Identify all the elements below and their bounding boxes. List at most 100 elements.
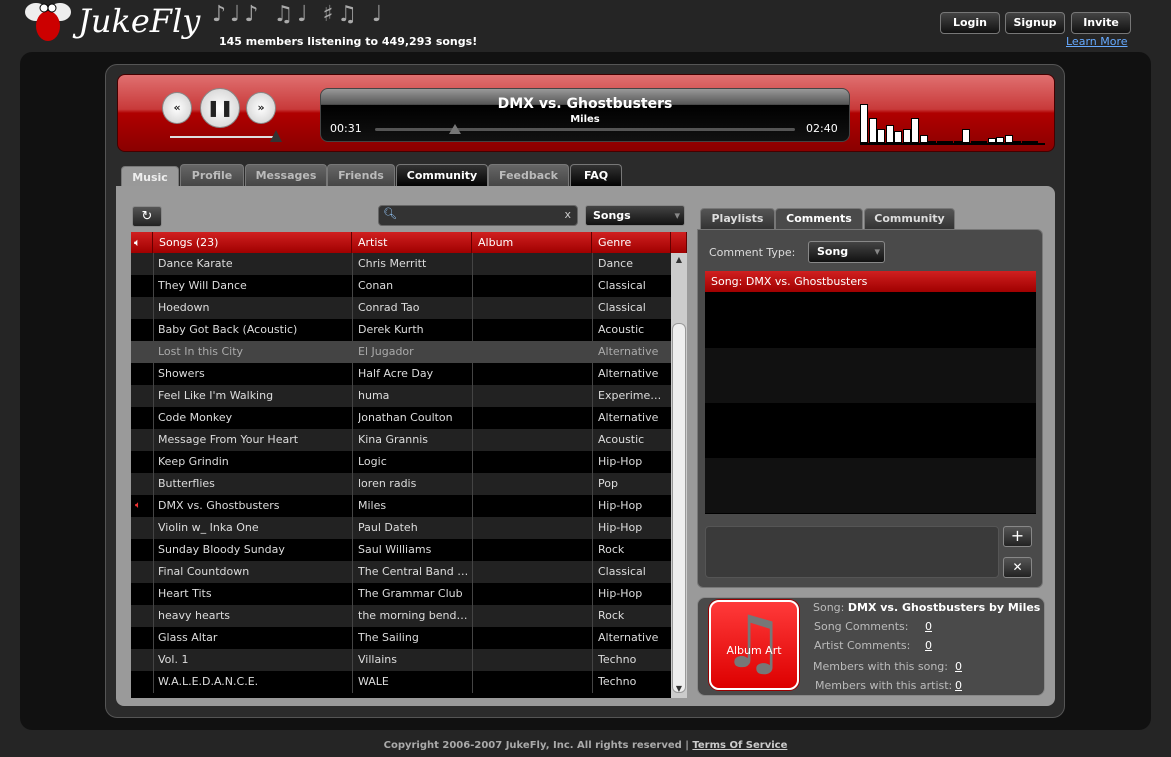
scrollbar[interactable]: ▲ ▼ — [671, 253, 687, 698]
column-divider — [153, 275, 154, 297]
col-header-artist[interactable]: Artist — [352, 232, 472, 253]
table-row[interactable]: Showers Half Acre Day Alternative — [131, 363, 671, 385]
comment-type-select[interactable]: Song ▾ — [808, 241, 885, 263]
cell-genre: Classical — [598, 301, 646, 314]
table-row[interactable]: Heart Tits The Grammar Club Hip-Hop — [131, 583, 671, 605]
column-divider — [352, 627, 353, 649]
search-input[interactable]: 🔍︎ x — [378, 205, 578, 226]
tab-community[interactable]: Community — [396, 164, 488, 187]
column-divider — [352, 495, 353, 517]
scrollbar-thumb[interactable] — [672, 323, 686, 693]
cell-song: heavy hearts — [158, 609, 231, 622]
speaker-icon: 🔈︎ — [131, 232, 153, 253]
tab-friends[interactable]: Friends — [327, 164, 395, 187]
playing-icon: 🔈︎ — [135, 500, 141, 511]
volume-handle[interactable] — [270, 130, 282, 142]
forward-button[interactable]: » — [246, 92, 276, 124]
cell-genre: Alternative — [598, 631, 659, 644]
col-header-songs[interactable]: Songs (23) — [153, 232, 352, 253]
members-song-count[interactable]: 0 — [955, 660, 962, 673]
col-header-album[interactable]: Album — [472, 232, 592, 253]
cell-song: Glass Altar — [158, 631, 218, 644]
rewind-button[interactable]: « — [162, 92, 192, 124]
cell-artist: Kina Grannis — [358, 433, 428, 446]
column-divider — [153, 253, 154, 275]
table-row[interactable]: Code Monkey Jonathan Coulton Alternative — [131, 407, 671, 429]
search-clear-button[interactable]: x — [564, 208, 571, 221]
volume-slider[interactable] — [170, 136, 276, 138]
seek-handle[interactable] — [448, 124, 461, 134]
comment-input[interactable] — [705, 526, 999, 578]
table-row[interactable]: heavy hearts the morning benders Rock — [131, 605, 671, 627]
comment-row — [705, 458, 1036, 513]
login-button[interactable]: Login — [940, 12, 1000, 34]
scroll-down-button[interactable]: ▼ — [673, 684, 685, 696]
cell-song: Message From Your Heart — [158, 433, 299, 446]
signup-button[interactable]: Signup — [1005, 12, 1065, 34]
table-row[interactable]: Keep Grindin Logic Hip-Hop — [131, 451, 671, 473]
remove-comment-button[interactable]: ✕ — [1003, 557, 1032, 578]
tab-feedback[interactable]: Feedback — [488, 164, 569, 187]
tab-profile[interactable]: Profile — [180, 164, 244, 187]
table-row[interactable]: Lost In this City El Jugador Alternative — [131, 341, 671, 363]
song-comments-count[interactable]: 0 — [925, 620, 932, 633]
cell-genre: Experimental — [598, 389, 668, 402]
now-playing-artist: Miles — [570, 114, 600, 125]
table-row[interactable]: Sunday Bloody Sunday Saul Williams Rock — [131, 539, 671, 561]
right-tab-community[interactable]: Community — [864, 208, 955, 230]
tab-faq[interactable]: FAQ — [570, 164, 622, 187]
right-tab-comments[interactable]: Comments — [775, 208, 863, 230]
table-row[interactable]: Violin w_ Inka One Paul Dateh Hip-Hop — [131, 517, 671, 539]
songs-table: 🔈︎ Songs (23) Artist Album Genre ▲ ▼ Dan… — [131, 232, 687, 698]
artist-comments-count[interactable]: 0 — [925, 639, 932, 652]
column-divider — [352, 473, 353, 495]
cell-song: Baby Got Back (Acoustic) — [158, 323, 298, 336]
table-row[interactable]: 🔈︎ DMX vs. Ghostbusters Miles Hip-Hop — [131, 495, 671, 517]
members-song-label: Members with this song: — [813, 660, 948, 673]
table-row[interactable]: Baby Got Back (Acoustic) Derek Kurth Acous… — [131, 319, 671, 341]
seek-bar[interactable] — [375, 128, 795, 131]
table-row[interactable]: Message From Your Heart Kina Grannis Acous… — [131, 429, 671, 451]
chevron-down-icon: ▾ — [874, 245, 880, 258]
table-row[interactable]: Glass Altar The Sailing Alternative — [131, 627, 671, 649]
pause-button[interactable]: ❚❚ — [200, 88, 240, 128]
column-divider — [592, 407, 593, 429]
tab-music[interactable]: Music — [121, 166, 179, 187]
column-divider — [352, 385, 353, 407]
column-divider — [153, 473, 154, 495]
right-tab-playlists[interactable]: Playlists — [700, 208, 775, 230]
scroll-up-button[interactable]: ▲ — [673, 255, 685, 267]
visualizer-bar — [894, 130, 902, 143]
invite-button[interactable]: Invite — [1071, 12, 1131, 34]
column-divider — [472, 671, 473, 693]
visualizer-bar — [911, 118, 919, 143]
cell-artist: Conrad Tao — [358, 301, 420, 314]
logo[interactable]: JukeFly — [78, 2, 200, 40]
table-row[interactable]: W.A.L.E.D.A.N.C.E. WALE Techno — [131, 671, 671, 693]
table-row[interactable]: Dance Karate Chris Merritt Dance — [131, 253, 671, 275]
column-divider — [153, 671, 154, 693]
column-divider — [153, 297, 154, 319]
column-divider — [472, 473, 473, 495]
members-artist-count[interactable]: 0 — [955, 679, 962, 692]
terms-link[interactable]: Terms Of Service — [692, 740, 787, 751]
cell-song: Butterflies — [158, 477, 215, 490]
visualizer-bar — [979, 141, 987, 143]
search-scope-select[interactable]: Songs ▾ — [585, 205, 685, 226]
table-row[interactable]: They Will Dance Conan Classical — [131, 275, 671, 297]
column-divider — [352, 407, 353, 429]
visualizer-bar — [1013, 141, 1021, 143]
col-header-genre[interactable]: Genre — [592, 232, 671, 253]
add-comment-button[interactable]: + — [1003, 526, 1032, 547]
table-row[interactable]: Butterflies loren radis Pop — [131, 473, 671, 495]
table-row[interactable]: Final Countdown The Central Band of the R… — [131, 561, 671, 583]
cell-genre: Dance — [598, 257, 633, 270]
refresh-button[interactable]: ↻ — [132, 206, 162, 227]
table-row[interactable]: Feel Like I'm Walking huma Experimental — [131, 385, 671, 407]
now-playing-title: DMX vs. Ghostbusters — [497, 96, 673, 112]
cell-artist: Chris Merritt — [358, 257, 427, 270]
table-row[interactable]: Vol. 1 Villains Techno — [131, 649, 671, 671]
tab-messages[interactable]: Messages — [245, 164, 327, 187]
learn-more-link[interactable]: Learn More — [1066, 35, 1128, 48]
table-row[interactable]: Hoedown Conrad Tao Classical — [131, 297, 671, 319]
